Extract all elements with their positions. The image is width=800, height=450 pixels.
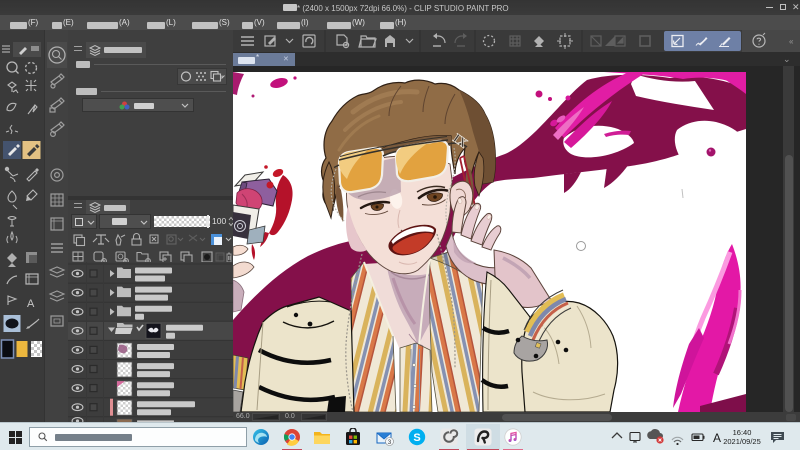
svg-text:«: « bbox=[789, 37, 794, 46]
svg-text:A: A bbox=[27, 298, 35, 310]
svg-text:S: S bbox=[413, 432, 420, 444]
